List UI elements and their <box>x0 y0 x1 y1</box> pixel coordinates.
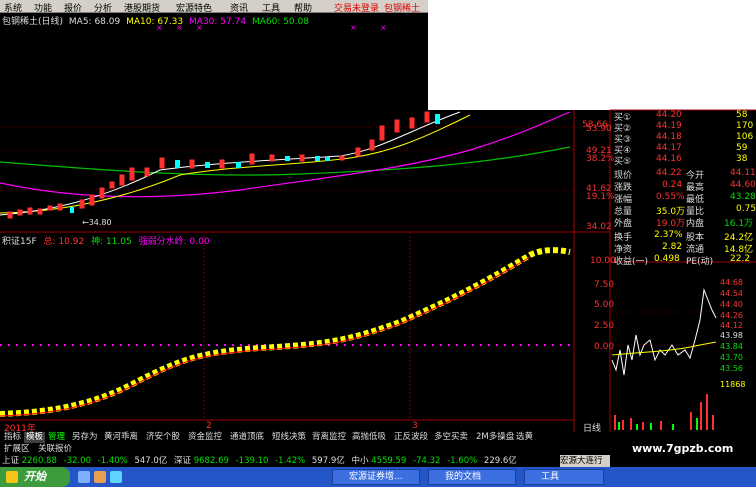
mini-tick: 44.54 <box>720 289 743 298</box>
date-label: 3 <box>412 421 418 431</box>
mini-chart <box>610 288 717 430</box>
ticker-amount: 547.0亿 <box>134 456 168 466</box>
tab-3[interactable]: 资金监控 <box>186 432 224 443</box>
tab-5[interactable]: 短线决策 <box>270 432 308 443</box>
tab-4[interactable]: 通道顶底 <box>228 432 266 443</box>
mini-tick: 44.40 <box>720 300 743 309</box>
indicator-tabs: 指标 模板 管理 另存为 黄河乖离 济安个股 资金监控 通道顶底 短线决策 背离… <box>0 432 610 443</box>
ticker-pct: -1.42% <box>275 456 306 466</box>
indicator-curve <box>0 247 571 417</box>
indicator-v3: 强弱分水岭: 0.00 <box>138 237 210 247</box>
ticker-amount: 597.9亿 <box>311 456 345 466</box>
tab-manage[interactable]: 管理 <box>46 432 67 443</box>
mini-tick: 44.12 <box>720 321 743 330</box>
candles <box>7 111 430 219</box>
pct-tick: 38.2% <box>586 154 615 164</box>
windows-icon <box>6 471 18 483</box>
ticker-name: 中小 <box>351 456 369 466</box>
tab-6[interactable]: 背离监控 <box>310 432 348 443</box>
ind-tick: 2.50 <box>594 321 615 331</box>
tab-extension[interactable]: 扩展区 <box>2 444 32 455</box>
ma60-line <box>0 146 571 176</box>
ticker-pct: -1.60% <box>447 456 478 466</box>
ticker-amount: 229.6亿 <box>483 456 517 466</box>
price-tick: 53.90 <box>586 124 612 134</box>
ticker-pct: -1.40% <box>97 456 128 466</box>
tab-11[interactable]: 选黄 <box>514 432 535 443</box>
ind-tick: 5.00 <box>594 300 615 310</box>
tab-related-quote[interactable]: 关联报价 <box>36 444 74 455</box>
svg-text:×: × <box>380 23 387 32</box>
tab-7[interactable]: 高抛低吸 <box>350 432 388 443</box>
ticker-change: -32.00 <box>63 456 91 466</box>
date-label: 2 <box>206 421 212 431</box>
mini-vol-tick: 11868 <box>720 380 746 389</box>
ma30-line <box>0 111 571 198</box>
start-label: 开始 <box>24 470 46 483</box>
tab-template[interactable]: 模板 <box>24 432 46 443</box>
ticker-value: 9682.69 <box>193 456 229 466</box>
indicator-curve-red <box>0 256 531 417</box>
mini-tick: 44.68 <box>720 278 743 287</box>
tab-1[interactable]: 黄河乖离 <box>102 432 140 443</box>
ticker-name: 深证 <box>174 456 192 466</box>
svg-text:×: × <box>176 23 183 32</box>
ticker-name: 上证 <box>2 456 20 466</box>
mini-tick: 43.70 <box>720 353 743 362</box>
ticker-value: 2260.88 <box>21 456 57 466</box>
indicator-header: 积证15F 总: 10.92 神: 11.05 强弱分水岭: 0.00 <box>2 234 210 247</box>
indicator-title: 积证15F <box>2 237 37 247</box>
indicator-v2: 神: 11.05 <box>91 237 132 247</box>
tab-10[interactable]: 2M多操盘 <box>474 432 516 443</box>
svg-text:×: × <box>156 23 163 32</box>
extension-tabs: 扩展区 关联报价 <box>0 443 610 455</box>
mini-tick: 43.98 <box>720 331 743 340</box>
market-ticker: 上证 2260.88 -32.00 -1.40% 547.0亿 深证 9682.… <box>0 455 610 467</box>
svg-text:×: × <box>196 23 203 32</box>
ticker-right-button[interactable]: 宏源大连行 <box>560 455 610 467</box>
taskbar-tools[interactable]: 工具 <box>524 469 604 485</box>
taskbar-my-documents[interactable]: 我的文档 <box>428 469 516 485</box>
tab-8[interactable]: 正反波段 <box>392 432 430 443</box>
stats-row: 收益(一) 0.498 PE(动) 22.2 <box>614 254 751 267</box>
ind-tick: 10.00 <box>590 256 616 266</box>
tab-indicator[interactable]: 指标 <box>2 432 23 443</box>
tab-2[interactable]: 济安个股 <box>144 432 182 443</box>
ticker-change: -139.10 <box>235 456 269 466</box>
quicklaunch-icon[interactable] <box>110 471 122 483</box>
watermark: www.7gpzb.com <box>632 442 734 455</box>
quicklaunch-icon[interactable] <box>78 471 90 483</box>
ind-tick: 0.00 <box>594 342 615 352</box>
quicklaunch-icon[interactable] <box>94 471 106 483</box>
bid-row-5: 买⑤ 44.16 38 <box>614 154 748 167</box>
taskbar: 开始 宏源证券增... 我的文档 工具 <box>0 467 756 487</box>
ticker-value: 4559.59 <box>371 456 407 466</box>
ind-tick: 7.50 <box>594 280 615 290</box>
indicator-v1: 总: 10.92 <box>43 237 85 247</box>
tab-9[interactable]: 多空买卖 <box>432 432 470 443</box>
svg-text:×: × <box>350 23 357 32</box>
tab-save-as[interactable]: 另存为 <box>70 432 100 443</box>
pct-tick: 19.1% <box>586 192 615 202</box>
mini-tick: 44.26 <box>720 311 743 320</box>
mini-tick: 43.56 <box>720 364 743 373</box>
start-button[interactable]: 开始 <box>0 467 70 487</box>
low-price-label: ←34.80 <box>82 218 112 227</box>
stats-row: 外盘 19.0万 内盘 16.1万 <box>614 219 754 229</box>
price-tick: 34.02 <box>586 222 612 232</box>
mini-tick: 43.84 <box>720 342 743 351</box>
taskbar-app-hongyuan[interactable]: 宏源证券增... <box>332 469 420 485</box>
ticker-change: -74.32 <box>413 456 441 466</box>
